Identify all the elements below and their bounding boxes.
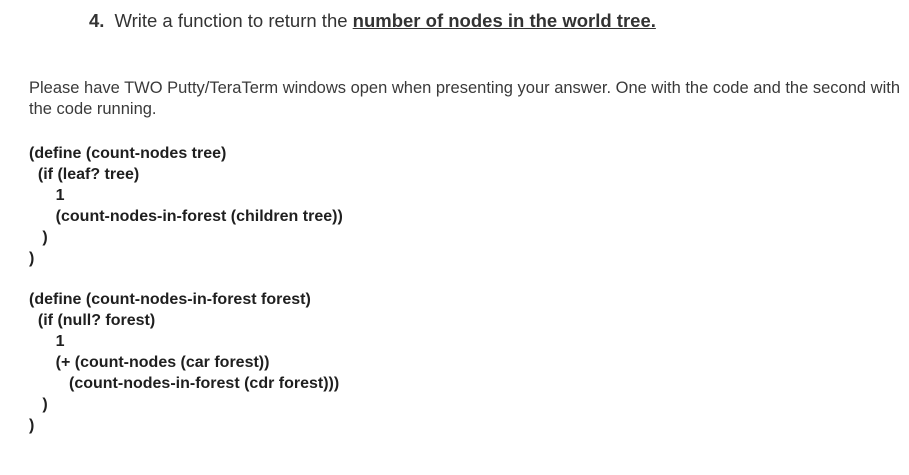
code-line: ) (29, 417, 35, 434)
code-line: (count-nodes-in-forest (children tree)) (29, 208, 343, 225)
instructions-paragraph: Please have TWO Putty/TeraTerm windows o… (29, 79, 901, 118)
code-line: (define (count-nodes-in-forest forest) (29, 291, 311, 308)
code-line: ) (29, 229, 48, 246)
question-emphasis: number of nodes in the world tree. (352, 10, 656, 31)
code-line: (if (leaf? tree) (29, 166, 140, 183)
code-line: ) (29, 250, 35, 267)
code-line: 1 (29, 333, 65, 350)
code-block-count-nodes-in-forest: (define (count-nodes-in-forest forest) (… (29, 289, 339, 436)
code-block-count-nodes: (define (count-nodes tree) (if (leaf? tr… (29, 143, 343, 269)
code-line: 1 (29, 187, 65, 204)
code-line: (define (count-nodes tree) (29, 145, 227, 162)
code-line: ) (29, 396, 48, 413)
question-heading: 4. Write a function to return the number … (89, 9, 656, 33)
code-line: (if (null? forest) (29, 312, 156, 329)
code-line: (+ (count-nodes (car forest)) (29, 354, 270, 371)
question-number: 4. (89, 10, 105, 31)
code-line: (count-nodes-in-forest (cdr forest))) (29, 375, 340, 392)
question-text: Write a function to return the (114, 10, 353, 31)
